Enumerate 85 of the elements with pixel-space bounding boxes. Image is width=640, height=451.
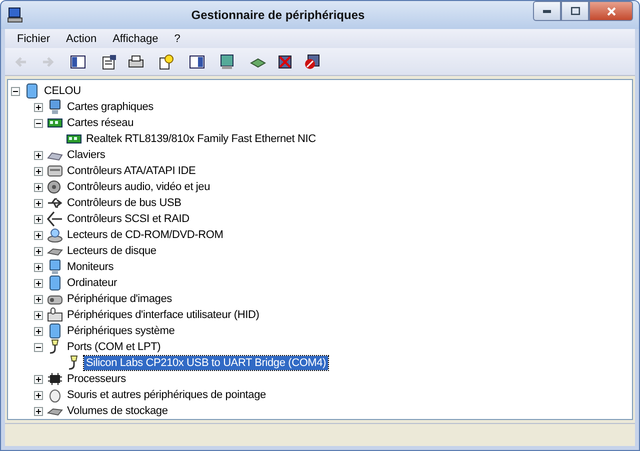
tree-item[interactable]: Souris et autres périphériques de pointage — [65, 388, 268, 402]
tree-item[interactable]: Périphériques d'interface utilisateur (HID) — [65, 308, 262, 322]
expand-toggle[interactable] — [34, 326, 43, 336]
tree-item[interactable]: Contrôleurs de bus USB — [65, 196, 184, 210]
remove-icon — [276, 54, 292, 70]
mouse-icon — [47, 387, 63, 403]
window-title: Gestionnaire de périphériques — [190, 8, 366, 22]
expand-toggle[interactable] — [34, 406, 43, 416]
computer-icon — [47, 323, 63, 339]
expand-toggle[interactable] — [34, 214, 43, 224]
plus-icon — [35, 248, 42, 254]
tree-item[interactable]: Moniteurs — [65, 260, 116, 274]
tree-item[interactable]: Ordinateur — [65, 276, 119, 290]
minimize-icon — [543, 10, 551, 12]
close-button[interactable] — [589, 1, 633, 21]
tree-pane-icon — [70, 54, 86, 70]
maximize-icon — [570, 7, 580, 15]
tree-item[interactable]: Claviers — [65, 148, 108, 162]
expand-toggle[interactable] — [34, 278, 43, 288]
tree-item[interactable]: Contrôleurs SCSI et RAID — [65, 212, 192, 226]
plus-icon — [35, 408, 42, 414]
expand-toggle[interactable] — [34, 246, 43, 256]
tree-item[interactable]: Cartes réseau — [65, 116, 136, 130]
expand-toggle[interactable] — [34, 342, 43, 352]
plus-icon — [35, 232, 42, 238]
plus-icon — [35, 168, 42, 174]
plus-icon — [35, 312, 42, 318]
plus-icon — [35, 152, 42, 158]
menu-item[interactable]: Affichage — [104, 32, 166, 44]
input-device-icon — [47, 307, 63, 323]
tree-item[interactable]: Lecteurs de disque — [65, 244, 158, 258]
expand-toggle[interactable] — [34, 150, 43, 160]
computer-icon — [7, 7, 23, 23]
expand-toggle[interactable] — [34, 262, 43, 272]
plus-icon — [35, 200, 42, 206]
menu-item[interactable]: ? — [166, 32, 188, 44]
computer-icon — [24, 83, 40, 99]
expand-toggle[interactable] — [34, 102, 43, 112]
plus-icon — [35, 264, 42, 270]
tree-item[interactable]: Périphérique d'images — [65, 292, 174, 306]
drive-icon — [47, 163, 63, 179]
tree-item[interactable]: Silicon Labs CP210x USB to UART Bridge (COM4) — [84, 356, 328, 370]
printer-icon — [128, 54, 144, 70]
chip-icon — [47, 371, 63, 387]
maximize-button[interactable] — [561, 1, 589, 21]
expand-toggle[interactable] — [34, 230, 43, 240]
tree-item[interactable]: Contrôleurs audio, vidéo et jeu — [65, 180, 212, 194]
computer-icon — [47, 275, 63, 291]
properties-icon — [100, 54, 116, 70]
tree-item[interactable]: Processeurs — [65, 372, 128, 386]
tree-item[interactable]: Volumes de stockage — [65, 404, 170, 418]
plus-icon — [35, 280, 42, 286]
tree-item[interactable]: Périphériques système — [65, 324, 177, 338]
expand-toggle[interactable] — [34, 166, 43, 176]
expand-toggle[interactable] — [34, 182, 43, 192]
close-icon — [606, 6, 616, 16]
expand-toggle[interactable] — [34, 198, 43, 208]
plus-icon — [35, 216, 42, 222]
expand-toggle[interactable] — [34, 374, 43, 384]
speaker-icon — [47, 179, 63, 195]
expand-toggle[interactable] — [34, 390, 43, 400]
expand-toggle[interactable] — [34, 310, 43, 320]
plus-icon — [35, 296, 42, 302]
tree-item[interactable]: Ports (COM et LPT) — [65, 340, 163, 354]
monitor-icon — [47, 99, 63, 115]
tree-item[interactable]: Lecteurs de CD-ROM/DVD-ROM — [65, 228, 226, 242]
help-icon — [158, 54, 174, 70]
monitor-icon — [47, 259, 63, 275]
expand-toggle[interactable] — [34, 294, 43, 304]
minimize-button[interactable] — [533, 1, 561, 21]
plus-icon — [35, 328, 42, 334]
plus-icon — [35, 392, 42, 398]
tree-item[interactable]: Cartes graphiques — [65, 100, 156, 114]
menu-item[interactable]: Fichier — [9, 32, 58, 44]
expand-toggle[interactable] — [11, 86, 20, 96]
tree-item[interactable]: CELOU — [42, 84, 83, 98]
plus-icon — [35, 184, 42, 190]
expand-toggle[interactable] — [34, 118, 43, 128]
menu-item[interactable]: Action — [58, 32, 105, 44]
tree-item[interactable]: Realtek RTL8139/810x Family Fast Ethernet NIC — [84, 132, 318, 146]
panel-icon — [188, 54, 204, 70]
plus-icon — [35, 104, 42, 110]
tree-item[interactable]: Contrôleurs ATA/ATAPI IDE — [65, 164, 198, 178]
plus-icon — [35, 376, 42, 382]
disable-icon — [304, 54, 320, 70]
